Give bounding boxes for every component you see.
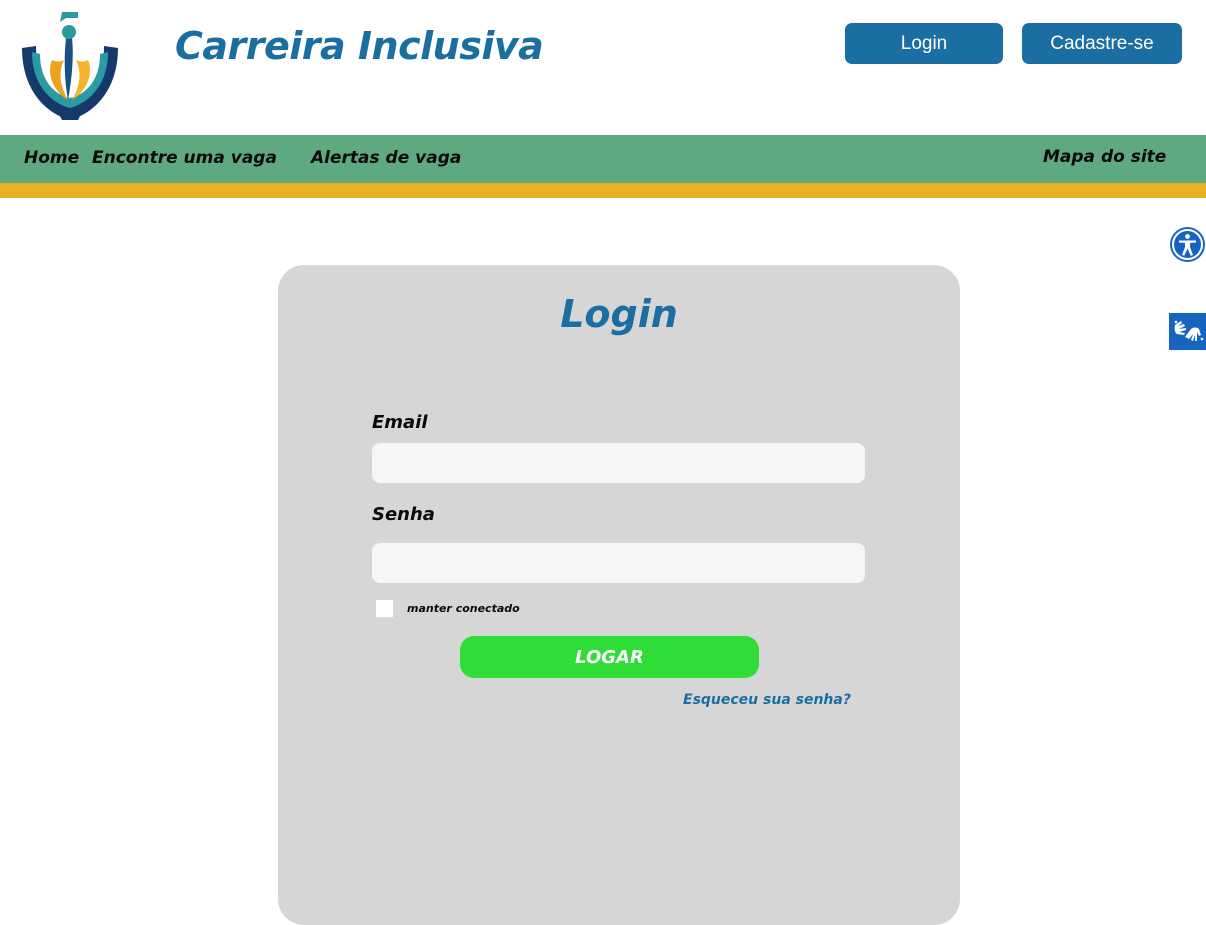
remember-me-checkbox[interactable]: [376, 600, 393, 617]
forgot-password-link[interactable]: Esqueceu sua senha?: [683, 692, 851, 708]
site-header: Carreira Inclusiva Login Cadastre-se: [0, 0, 1206, 135]
nav-item-find-job[interactable]: Encontre uma vaga: [92, 148, 277, 168]
email-field[interactable]: [372, 443, 865, 483]
password-label: Senha: [372, 504, 435, 525]
brand-title[interactable]: Carreira Inclusiva: [175, 24, 544, 68]
login-title: Login: [560, 292, 678, 336]
email-label: Email: [372, 412, 428, 433]
nav-item-job-alerts[interactable]: Alertas de vaga: [311, 148, 461, 168]
header-signup-button[interactable]: Cadastre-se: [1022, 23, 1182, 64]
accessibility-icon[interactable]: [1169, 226, 1206, 263]
nav-item-home[interactable]: Home: [24, 148, 79, 168]
carreira-inclusiva-logo[interactable]: [8, 8, 128, 128]
header-login-button[interactable]: Login: [845, 23, 1003, 64]
submit-login-button[interactable]: LOGAR: [460, 636, 759, 678]
nav-accent-stripe: [0, 183, 1206, 198]
password-field[interactable]: [372, 543, 865, 583]
login-card: [278, 265, 960, 925]
remember-me-label[interactable]: manter conectado: [407, 602, 520, 615]
nav-item-site-map[interactable]: Mapa do site: [1043, 147, 1166, 167]
